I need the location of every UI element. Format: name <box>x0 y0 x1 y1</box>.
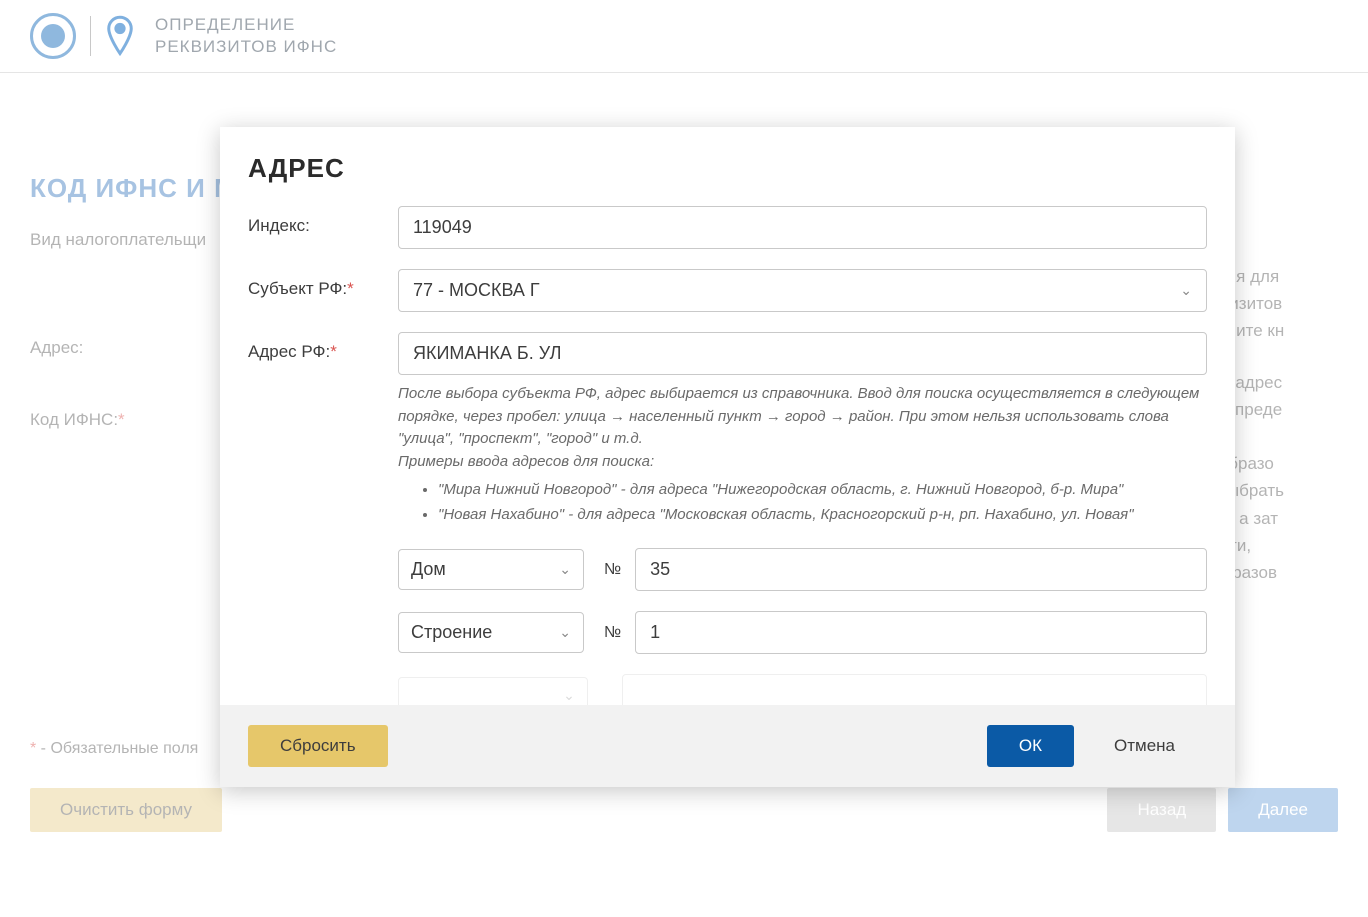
app-header: ОПРЕДЕЛЕНИЕ РЕКВИЗИТОВ ИФНС <box>0 0 1368 73</box>
chevron-down-icon: ⌄ <box>559 561 571 578</box>
subject-select-value: 77 - МОСКВА Г <box>413 280 540 301</box>
number-symbol: № <box>604 624 621 642</box>
index-input[interactable] <box>398 206 1207 249</box>
modal-body[interactable]: Индекс: Субъект РФ:* 77 - МОСКВА Г ⌄ Адр… <box>220 198 1235 705</box>
app-title-line1: ОПРЕДЕЛЕНИЕ <box>155 14 337 36</box>
emblem-icon <box>30 13 76 59</box>
extra-number-input[interactable] <box>622 674 1207 705</box>
chevron-down-icon: ⌄ <box>563 687 575 704</box>
modal-title: АДРЕС <box>220 127 1235 198</box>
cancel-button[interactable]: Отмена <box>1082 725 1207 767</box>
address-rf-input[interactable] <box>398 332 1207 375</box>
ok-button[interactable]: ОК <box>987 725 1074 767</box>
house-number-input[interactable] <box>635 548 1207 591</box>
pin-icon <box>105 14 135 58</box>
chevron-down-icon: ⌄ <box>1180 282 1192 299</box>
subject-select[interactable]: 77 - МОСКВА Г ⌄ <box>398 269 1207 312</box>
index-label: Индекс: <box>248 206 398 236</box>
app-title: ОПРЕДЕЛЕНИЕ РЕКВИЗИТОВ ИФНС <box>155 14 337 58</box>
divider <box>90 16 91 56</box>
chevron-down-icon: ⌄ <box>559 624 571 641</box>
app-title-line2: РЕКВИЗИТОВ ИФНС <box>155 36 337 58</box>
subject-label: Субъект РФ:* <box>248 269 398 299</box>
number-symbol: № <box>604 561 621 579</box>
address-modal: АДРЕС Индекс: Субъект РФ:* 77 - МОСКВА Г… <box>220 127 1235 787</box>
address-helper-text: После выбора субъекта РФ, адрес выбирает… <box>398 383 1207 526</box>
extra-type-select[interactable]: ⌄ <box>398 677 588 705</box>
building-type-select[interactable]: Строение ⌄ <box>398 612 584 653</box>
reset-button[interactable]: Сбросить <box>248 725 388 767</box>
modal-footer: Сбросить ОК Отмена <box>220 705 1235 787</box>
address-rf-label: Адрес РФ:* <box>248 332 398 362</box>
building-type-value: Строение <box>411 622 492 643</box>
house-type-select[interactable]: Дом ⌄ <box>398 549 584 590</box>
building-number-input[interactable] <box>635 611 1207 654</box>
house-type-value: Дом <box>411 559 446 580</box>
